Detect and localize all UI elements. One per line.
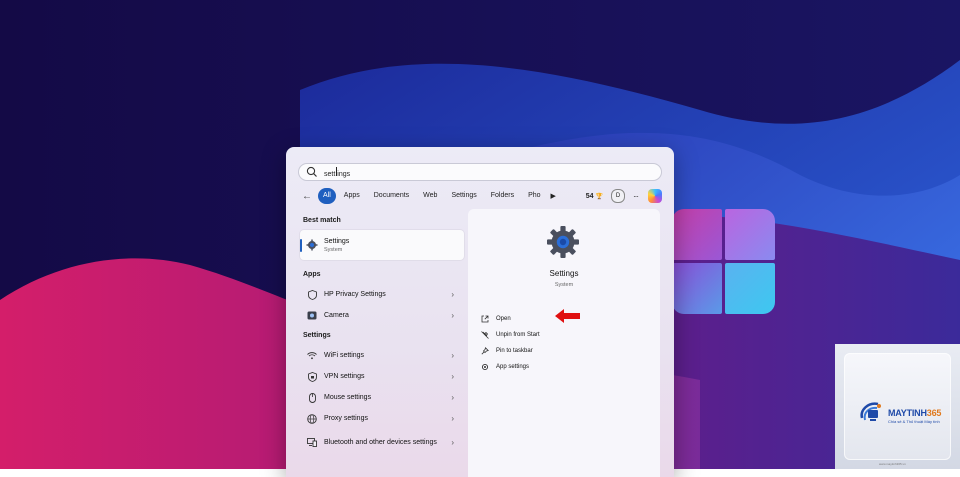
globe-icon [307,413,317,424]
search-icon [306,166,318,178]
result-label: HP Privacy Settings [324,291,386,298]
camera-icon [307,311,317,321]
result-label: WiFi settings [324,352,365,359]
detail-title: Settings [549,269,579,278]
watermark-card: MAYTINH365 Chia sẻ & Thủ thuật Máy tính … [844,353,951,466]
result-label: Proxy settings [324,415,368,422]
action-label: Open [496,316,511,322]
back-arrow-icon[interactable]: ← [300,191,314,202]
chevron-right-icon[interactable]: › [451,311,454,320]
action-label: App settings [496,364,530,370]
result-label: Camera [324,312,349,319]
settings-gear-icon [306,239,318,251]
gear-icon [480,363,489,372]
action-app-settings[interactable]: App settings [480,359,540,375]
trophy-icon: 🏆 [595,193,603,200]
detail-pane: Settings System Open Unpin from Start Pi… [468,209,660,477]
maytinh365-logo-icon [860,402,881,421]
pin-icon [480,347,489,356]
detail-subtitle: System [554,282,574,288]
section-heading-apps: Apps [303,271,321,278]
result-item-mouse-settings[interactable]: Mouse settings › [300,387,464,408]
red-arrow-annotation [555,309,580,323]
mouse-icon [307,392,317,403]
action-open[interactable]: Open [480,311,540,327]
section-heading-best-match: Best match [303,217,341,224]
chevron-right-icon[interactable]: › [451,351,454,360]
selection-indicator [300,239,302,252]
result-label: Bluetooth and other devices settings [324,439,437,446]
search-query: sett ings [324,166,350,178]
filter-chip-all[interactable]: All [318,188,336,204]
detail-actions: Open Unpin from Start Pin to taskbar App… [480,311,540,375]
chevron-right-icon[interactable]: › [451,372,454,381]
result-item-proxy-settings[interactable]: Proxy settings › [300,408,464,429]
result-label: Mouse settings [324,394,372,401]
results-list: Best match Settings System Apps HP Priva… [300,215,464,456]
action-unpin-from-start[interactable]: Unpin from Start [480,327,540,343]
shield-icon [307,289,317,300]
result-item-hp-privacy-settings[interactable]: HP Privacy Settings › [300,284,464,305]
account-avatar[interactable]: D [611,189,625,203]
open-external-icon [480,315,489,324]
filter-chip-web[interactable]: Web [417,188,443,204]
filter-chip-photos[interactable]: Pho [522,188,546,204]
action-label: Pin to taskbar [496,348,533,354]
rewards-count[interactable]: 54 🏆 [586,193,603,200]
start-menu-search: sett ings ← All Apps Documents Web Settin… [286,147,674,477]
watermark-url: www.maytinh365.vn [879,462,906,466]
filter-chip-documents[interactable]: Documents [368,188,415,204]
bluetooth-icon [307,438,317,448]
vpn-shield-icon [307,371,317,382]
settings-gear-large-icon [547,226,579,258]
result-item-wifi-settings[interactable]: WiFi settings › [300,345,464,366]
action-pin-to-taskbar[interactable]: Pin to taskbar [480,343,540,359]
result-label: VPN settings [324,373,365,380]
more-options-icon[interactable]: ··· [633,192,639,201]
chevron-right-icon[interactable]: › [451,393,454,402]
copilot-icon[interactable] [648,189,662,203]
result-item-vpn-settings[interactable]: VPN settings › [300,366,464,387]
filter-chip-settings[interactable]: Settings [445,188,482,204]
watermark-brand: MAYTINH365 [888,408,942,418]
unpin-icon [480,331,489,340]
chevron-right-icon[interactable]: › [451,414,454,423]
result-item-camera[interactable]: Camera › [300,305,464,326]
best-match-subtitle: System [324,246,343,253]
filter-bar: ← All Apps Documents Web Settings Folder… [300,188,662,204]
best-match-item[interactable]: Settings System [300,230,464,260]
chevron-right-icon[interactable]: › [451,290,454,299]
search-input[interactable]: sett ings [298,163,662,181]
result-item-bluetooth-settings[interactable]: Bluetooth and other devices settings › [300,429,464,456]
scroll-right-icon[interactable]: ▶ [551,192,556,200]
windows-logo [672,209,775,314]
watermark-badge: MAYTINH365 Chia sẻ & Thủ thuật Máy tính … [835,344,960,469]
filter-chip-apps[interactable]: Apps [338,188,366,204]
action-label: Unpin from Start [496,332,540,338]
best-match-title: Settings [324,237,350,245]
wifi-icon [307,351,317,361]
filter-chip-folders[interactable]: Folders [485,188,520,204]
chevron-right-icon[interactable]: › [451,438,454,447]
watermark-tagline: Chia sẻ & Thủ thuật Máy tính [888,419,940,424]
section-heading-settings: Settings [303,332,331,339]
